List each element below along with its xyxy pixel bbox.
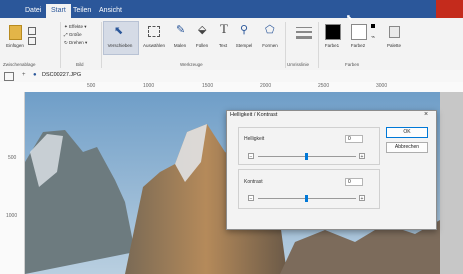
outline-line-icon[interactable] — [296, 31, 312, 33]
brightness-value-input[interactable]: 0 — [345, 135, 363, 143]
text-tool-icon[interactable]: T — [220, 22, 228, 36]
close-window-button[interactable] — [436, 0, 463, 18]
outline-line-icon[interactable] — [296, 36, 312, 39]
contrast-decrease-button[interactable]: − — [248, 195, 254, 202]
brightness-increase-button[interactable]: + — [359, 153, 365, 160]
ruler-label: 1500 — [202, 83, 214, 89]
tool-text[interactable]: Text — [213, 43, 233, 49]
ruler-label: 2500 — [318, 83, 330, 89]
effects-button[interactable]: ✦ Effekte ▾ — [64, 24, 86, 30]
canvas-margin — [440, 92, 463, 274]
color1-swatch[interactable] — [325, 24, 341, 40]
tool-select[interactable]: Auswählen — [139, 43, 169, 49]
brightness-decrease-button[interactable]: − — [248, 153, 254, 160]
move-cursor-icon[interactable]: ⬉ — [114, 25, 123, 37]
contrast-group — [238, 169, 380, 209]
ruler-label: 2000 — [260, 83, 272, 89]
tab-share[interactable]: Teilen — [68, 4, 96, 18]
contrast-label: Kontrast — [244, 179, 263, 185]
color2-label[interactable]: Farbe2 — [346, 43, 370, 49]
brightness-label: Helligkeit — [244, 136, 265, 142]
ribbon-separator — [318, 22, 319, 68]
tool-paint[interactable]: Malen — [170, 43, 190, 49]
paste-icon[interactable] — [9, 25, 22, 40]
tool-shapes[interactable]: Formen — [258, 43, 282, 49]
rotate-button[interactable]: ↻ Drehen ▾ — [64, 40, 87, 46]
palette-icon[interactable] — [389, 26, 400, 38]
ribbon-separator — [285, 22, 286, 68]
brush-icon[interactable]: ✎ — [176, 24, 185, 36]
eyedropper-icon[interactable]: ⌁ — [371, 34, 375, 42]
tab-view[interactable]: Ansicht — [94, 4, 127, 18]
contrast-increase-button[interactable]: + — [359, 195, 365, 202]
cut-icon[interactable] — [28, 27, 36, 35]
tool-fill[interactable]: Füllen — [192, 43, 212, 49]
ribbon-separator — [60, 22, 61, 68]
file-tab-name[interactable]: DSC00227.JPG — [42, 71, 81, 80]
tool-move[interactable]: Verschieben — [103, 43, 137, 49]
ruler-label: 1000 — [6, 213, 18, 219]
palette-button[interactable]: Palette — [382, 43, 406, 49]
tool-stamp[interactable]: Stempel — [232, 43, 256, 49]
vertical-ruler — [0, 92, 25, 274]
color1-label[interactable]: Farbe1 — [320, 43, 344, 49]
select-rect-icon[interactable] — [148, 26, 160, 37]
group-tools-label: Werkzeuge — [180, 62, 203, 67]
group-clipboard-label: Zwischenablage — [3, 62, 36, 67]
add-icon[interactable]: + — [22, 71, 26, 80]
copy-icon[interactable] — [28, 37, 36, 45]
ruler-label: 500 — [87, 83, 96, 89]
group-colors-label: Farben — [345, 62, 360, 67]
swap-colors-icon[interactable] — [371, 24, 375, 28]
contrast-value-input[interactable]: 0 — [345, 178, 363, 186]
dialog-title: Helligkeit / Kontrast — [230, 112, 278, 118]
brightness-slider-thumb[interactable] — [305, 153, 308, 160]
contrast-slider-thumb[interactable] — [305, 195, 308, 202]
rotate-label: Drehen — [69, 40, 84, 45]
outline-label: Umrisslinie — [287, 62, 310, 67]
fill-bucket-icon[interactable]: ⬙ — [198, 24, 206, 36]
effects-label: Effekte — [69, 24, 83, 29]
ruler-label: 1000 — [143, 83, 155, 89]
paste-button[interactable]: Einfügen — [3, 43, 27, 49]
tab-file[interactable]: Datei — [20, 4, 46, 18]
dialog-close-icon[interactable]: × — [424, 110, 428, 119]
group-image-label: Bild — [76, 62, 84, 67]
ruler-label: 3000 — [376, 83, 388, 89]
color2-swatch[interactable] — [351, 24, 367, 40]
brightness-group — [238, 127, 380, 165]
resize-button[interactable]: ⤢ Größe — [64, 32, 82, 38]
stamp-icon[interactable]: ⚲ — [240, 24, 248, 36]
cancel-button[interactable]: Abbrechen — [386, 142, 428, 153]
ribbon-separator — [101, 22, 102, 68]
ok-button[interactable]: OK — [386, 127, 428, 138]
shapes-icon[interactable]: ⬠ — [265, 24, 275, 36]
ruler-label: 500 — [8, 155, 17, 161]
outline-line-icon[interactable] — [296, 27, 312, 28]
image-list-icon[interactable] — [4, 72, 14, 81]
file-tab-icon: ● — [33, 72, 37, 78]
resize-label: Größe — [68, 32, 82, 37]
mouse-cursor-icon: ⬉ — [346, 13, 353, 22]
